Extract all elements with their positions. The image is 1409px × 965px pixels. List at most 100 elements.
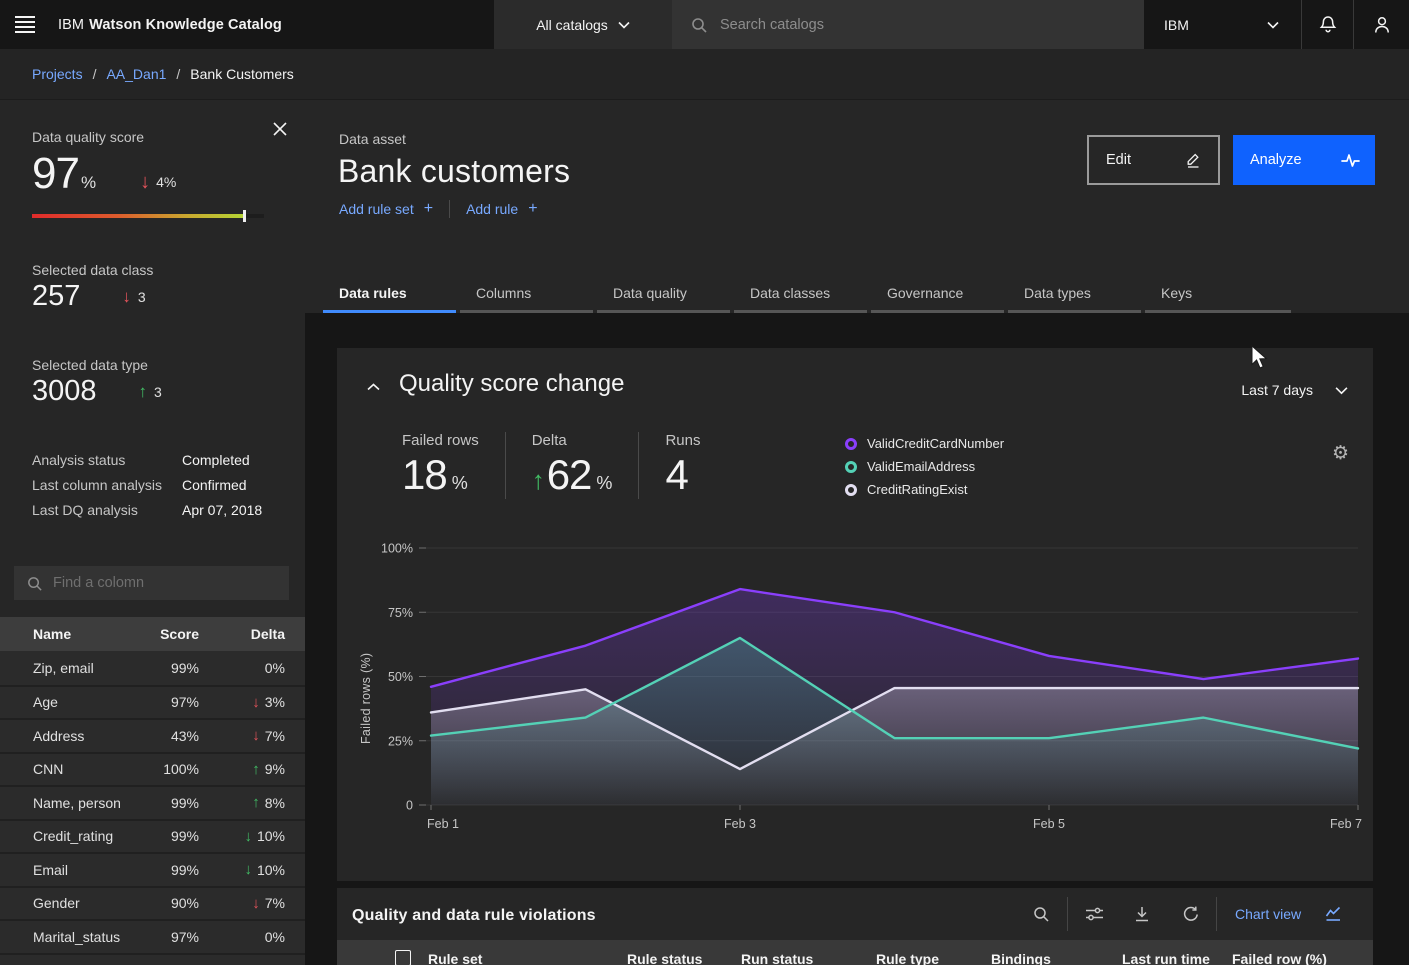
breadcrumb-separator: / — [176, 66, 180, 82]
account-dropdown[interactable]: IBM — [1144, 0, 1301, 49]
svg-text:Feb 1: Feb 1 — [427, 817, 459, 831]
top-nav: IBM Watson Knowledge Catalog All catalog… — [0, 0, 1409, 49]
chevron-down-icon — [618, 21, 630, 29]
breadcrumb-separator: / — [93, 66, 97, 82]
detail-row: Last column analysisConfirmed — [32, 473, 289, 498]
collapse-chevron-icon[interactable] — [364, 378, 382, 396]
table-row[interactable]: CNN100%↑9% — [0, 752, 305, 786]
detail-row: Last DQ analysisApr 07, 2018 — [32, 498, 289, 523]
tab-columns[interactable]: Columns — [460, 273, 597, 313]
add-rule-link[interactable]: Add rule+ — [466, 200, 538, 218]
column-name: Zip, email — [33, 660, 137, 676]
tab-label: Keys — [1161, 285, 1192, 301]
search-icon — [1032, 905, 1050, 923]
column-delta: ↓10% — [199, 828, 285, 844]
detail-row: Analysis statusCompleted — [32, 448, 289, 473]
menu-icon[interactable] — [12, 11, 38, 37]
catalogs-dropdown[interactable]: All catalogs — [494, 0, 672, 49]
plus-icon: + — [528, 200, 537, 218]
breadcrumb-item[interactable]: Projects — [32, 66, 83, 82]
filter-button[interactable] — [1070, 890, 1118, 938]
table-row[interactable]: Gender90%↓7% — [0, 886, 305, 920]
date-range-dropdown[interactable]: Last 7 days — [1241, 382, 1348, 398]
user-avatar-button[interactable] — [1353, 0, 1409, 49]
column-score: 100% — [137, 761, 199, 777]
table-row[interactable]: Email99%↓10% — [0, 852, 305, 886]
tab-governance[interactable]: Governance — [871, 273, 1008, 313]
legend-label: CreditRatingExist — [867, 482, 967, 497]
table-row[interactable]: Address199%0% — [0, 953, 305, 965]
gear-icon[interactable]: ⚙ — [1332, 444, 1349, 463]
data-class-value: 257 ↓3 — [32, 280, 289, 313]
asset-type-label: Data asset — [339, 131, 406, 147]
tab-data-rules[interactable]: Data rules — [323, 273, 460, 313]
column-name: Address — [33, 728, 137, 744]
legend-item[interactable]: CreditRatingExist — [845, 482, 1004, 497]
arrow-down-icon: ↓ — [244, 829, 252, 844]
table-row[interactable]: Address43%↓7% — [0, 718, 305, 752]
app-brand: IBM Watson Knowledge Catalog — [58, 0, 282, 49]
arrow-up-icon: ↑ — [252, 795, 260, 810]
catalogs-dropdown-label: All catalogs — [536, 17, 608, 33]
analyze-button[interactable]: Analyze — [1233, 135, 1375, 185]
download-icon — [1133, 905, 1151, 923]
arrow-up-icon: ↑ — [532, 465, 545, 496]
tab-data-classes[interactable]: Data classes — [734, 273, 871, 313]
bell-icon — [1318, 15, 1338, 35]
table-row[interactable]: Credit_rating99%↓10% — [0, 819, 305, 853]
column-score: 97% — [137, 929, 199, 945]
column-delta: ↑9% — [199, 761, 285, 777]
table-row[interactable]: Name, person99%↑8% — [0, 785, 305, 819]
violations-column-header[interactable]: Run status — [741, 951, 813, 965]
legend-item[interactable]: ValidCreditCardNumber — [845, 436, 1004, 451]
column-score: 99% — [137, 660, 199, 676]
close-icon[interactable] — [269, 118, 291, 140]
search-button[interactable] — [1017, 890, 1065, 938]
arrow-up-icon: ↑ — [252, 762, 260, 777]
download-button[interactable] — [1118, 890, 1166, 938]
column-score: 99% — [137, 828, 199, 844]
refresh-button[interactable] — [1166, 890, 1214, 938]
tab-label: Data rules — [339, 285, 407, 301]
column-name: Age — [33, 694, 137, 710]
column-delta: ↓10% — [199, 862, 285, 878]
legend-item[interactable]: ValidEmailAddress — [845, 459, 1004, 474]
breadcrumb-item: Bank Customers — [190, 66, 293, 82]
violations-column-header[interactable]: Rule type — [876, 951, 939, 965]
tab-label: Data quality — [613, 285, 687, 301]
table-row[interactable]: Age97%↓3% — [0, 685, 305, 719]
column-score: 99% — [137, 862, 199, 878]
table-row[interactable]: Zip, email99%0% — [0, 651, 305, 685]
table-row[interactable]: Marital_status97%0% — [0, 919, 305, 953]
column-name: Email — [33, 862, 137, 878]
violations-column-header[interactable]: Failed row (%) — [1232, 951, 1327, 965]
violations-column-header[interactable]: Bindings — [991, 951, 1051, 965]
select-all-checkbox[interactable] — [395, 950, 411, 965]
edit-button[interactable]: Edit — [1087, 135, 1220, 185]
column-name: CNN — [33, 761, 137, 777]
column-name: Credit_rating — [33, 828, 137, 844]
legend-label: ValidCreditCardNumber — [867, 436, 1004, 451]
tab-data-quality[interactable]: Data quality — [597, 273, 734, 313]
column-delta: 0% — [199, 929, 285, 945]
violations-column-header[interactable]: Last run time — [1122, 951, 1210, 965]
app-window: IBM Watson Knowledge Catalog All catalog… — [0, 0, 1409, 965]
violations-column-header[interactable]: Rule set — [428, 951, 482, 965]
brand-name: Watson Knowledge Catalog — [89, 17, 282, 33]
tab-keys[interactable]: Keys — [1145, 273, 1295, 313]
search-input[interactable] — [720, 17, 1100, 33]
account-label: IBM — [1164, 17, 1189, 33]
add-rule-set-link[interactable]: Add rule set+ — [339, 200, 433, 218]
chart-view-toggle[interactable]: Chart view — [1235, 906, 1342, 922]
tab-label: Data types — [1024, 285, 1091, 301]
legend-ring-icon — [845, 438, 857, 450]
violations-column-header[interactable]: Rule status — [627, 951, 702, 965]
breadcrumb-item[interactable]: AA_Dan1 — [106, 66, 166, 82]
column-header: Name — [33, 626, 137, 642]
notifications-button[interactable] — [1301, 0, 1353, 49]
violations-title: Quality and data rule violations — [352, 907, 596, 925]
tab-data-types[interactable]: Data types — [1008, 273, 1145, 313]
column-delta: ↑8% — [199, 795, 285, 811]
column-search-input[interactable] — [53, 575, 268, 591]
svg-text:75%: 75% — [388, 606, 413, 620]
